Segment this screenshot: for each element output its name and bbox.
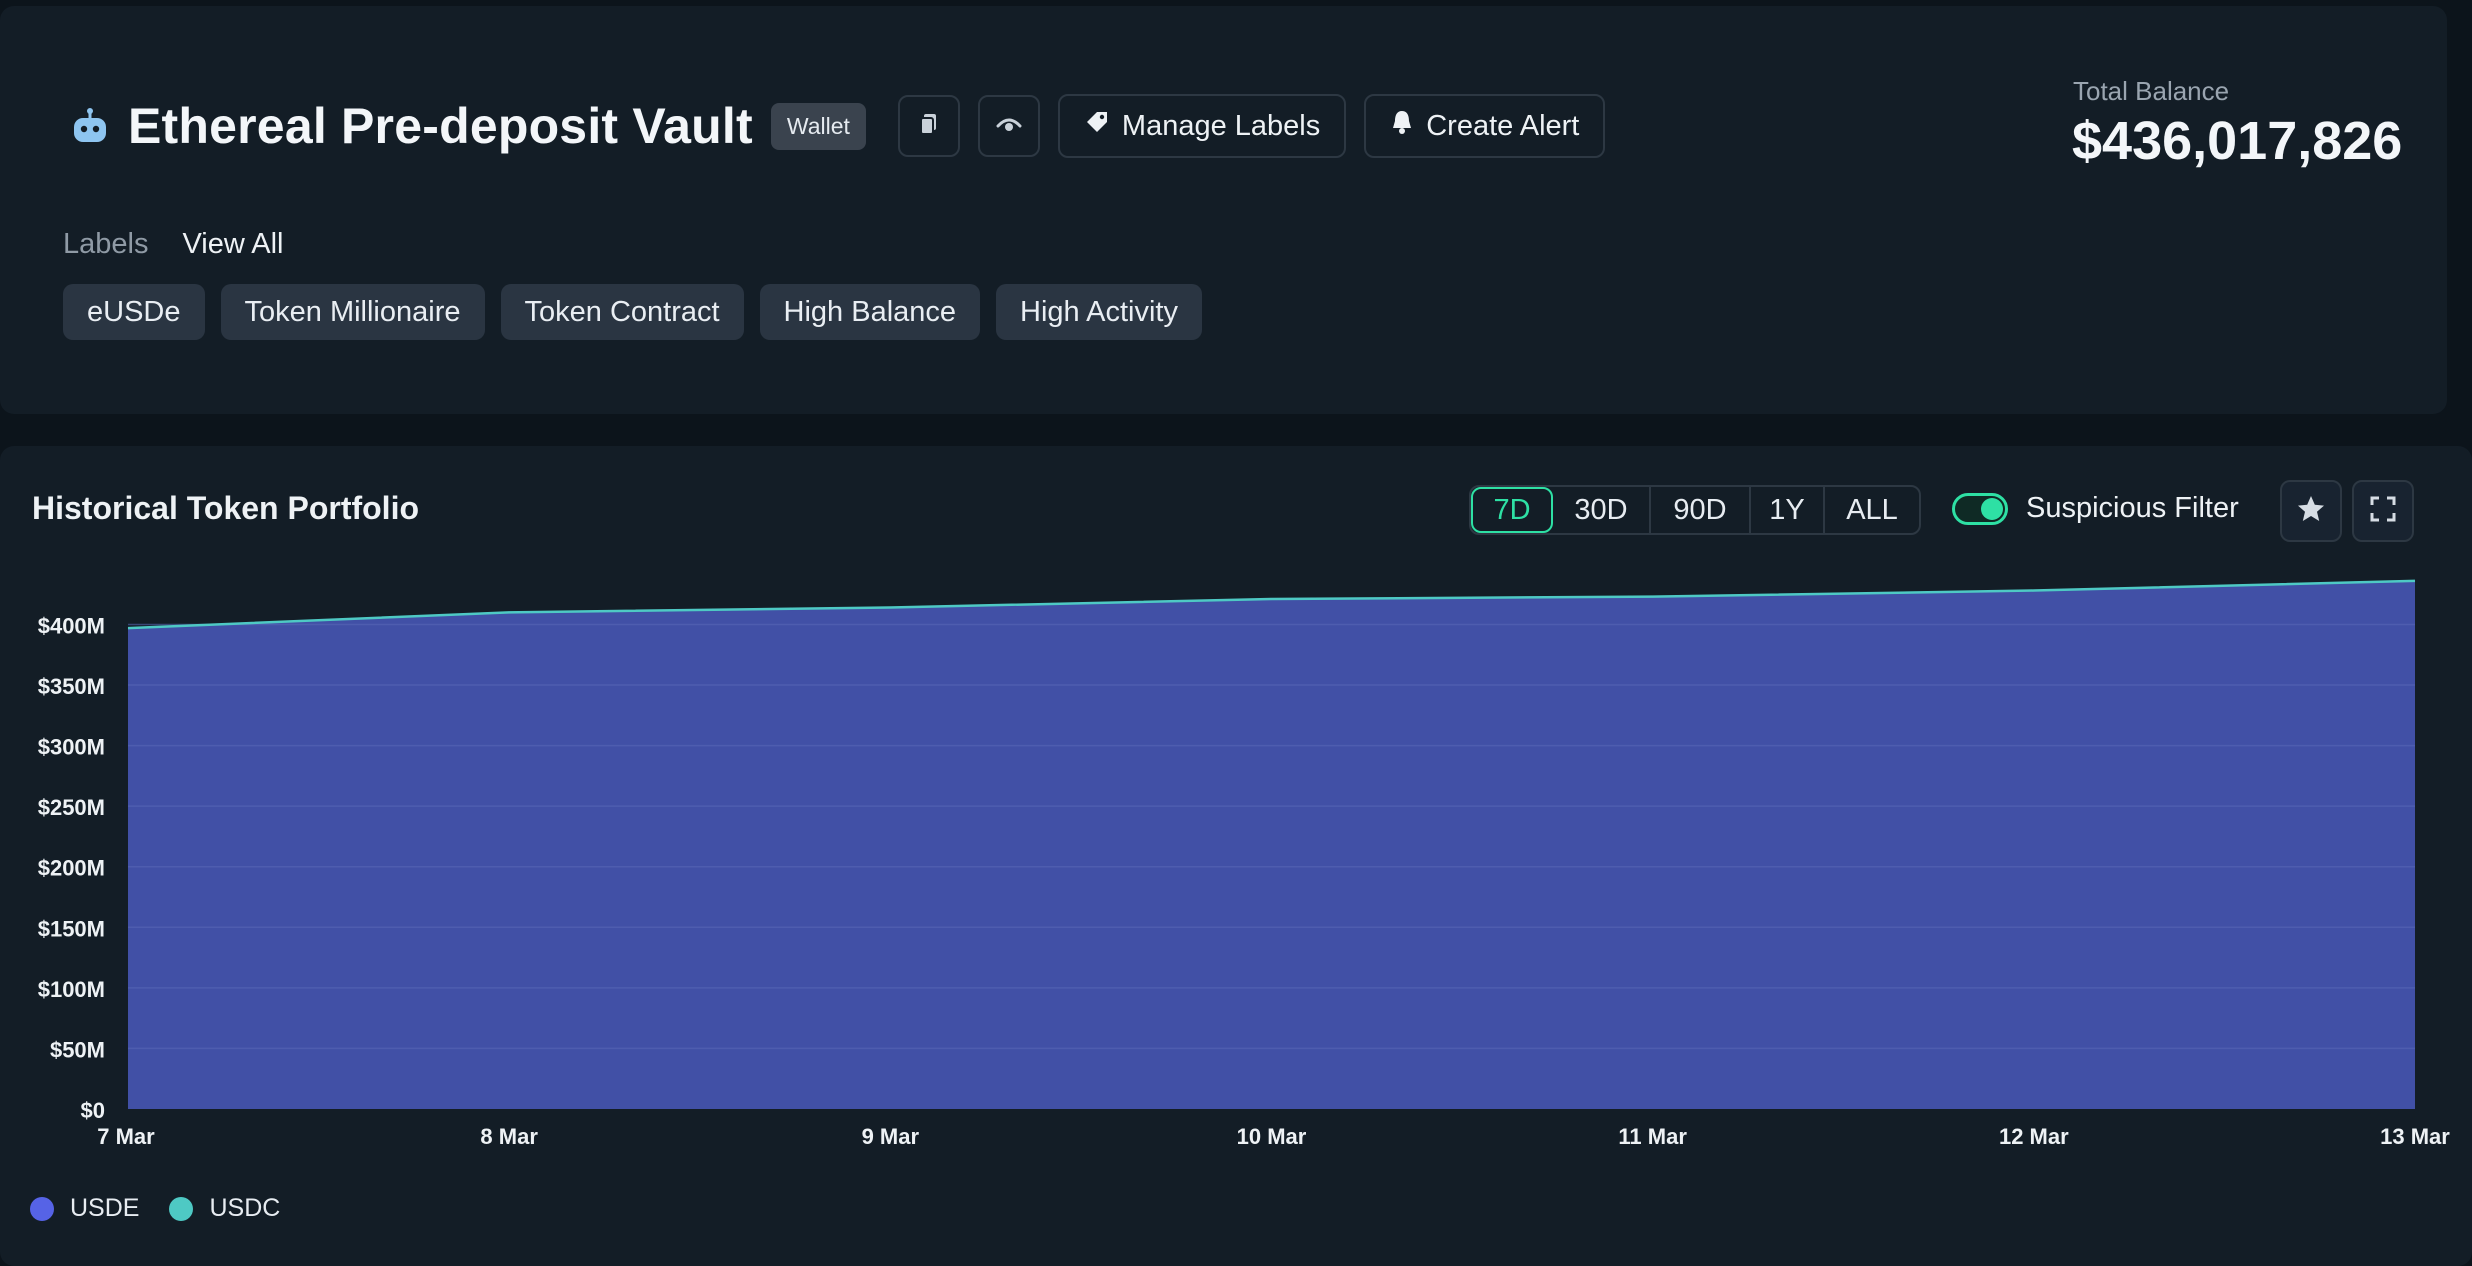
label-tag[interactable]: Token Millionaire xyxy=(221,284,485,340)
label-tag[interactable]: High Activity xyxy=(996,284,1202,340)
total-balance-value: $436,017,826 xyxy=(2072,110,2402,172)
legend-label: USDC xyxy=(209,1194,280,1223)
create-alert-label: Create Alert xyxy=(1426,110,1579,143)
y-tick-label: $100M xyxy=(38,977,105,1002)
manage-labels-label: Manage Labels xyxy=(1122,110,1320,143)
total-balance-label: Total Balance xyxy=(2073,76,2229,107)
labels-heading: Labels xyxy=(63,228,148,261)
bell-icon xyxy=(1390,109,1426,143)
wallet-header-card: Ethereal Pre-deposit Vault Wallet xyxy=(0,6,2447,414)
copy-address-button[interactable] xyxy=(898,95,960,157)
y-tick-label: $300M xyxy=(38,735,105,760)
area-usde xyxy=(128,581,2415,1109)
y-tick-label: $250M xyxy=(38,795,105,820)
title-row: Ethereal Pre-deposit Vault Wallet xyxy=(70,94,1605,158)
create-alert-button[interactable]: Create Alert xyxy=(1364,94,1605,158)
y-tick-label: $350M xyxy=(38,674,105,699)
x-tick-label: 7 Mar xyxy=(97,1124,155,1149)
y-tick-label: $0 xyxy=(81,1098,105,1123)
portfolio-area-chart: $0 $50M $100M $150M $200M $250M $300M $350M $400… xyxy=(0,446,2472,1186)
copy-icon xyxy=(919,112,939,141)
legend-swatch-usde xyxy=(30,1197,54,1221)
x-tick-label: 8 Mar xyxy=(480,1124,538,1149)
view-all-link[interactable]: View All xyxy=(182,228,283,261)
legend-item-usde[interactable]: USDE xyxy=(30,1194,139,1223)
x-tick-label: 9 Mar xyxy=(862,1124,920,1149)
tag-icon xyxy=(1084,109,1122,143)
x-tick-label: 12 Mar xyxy=(1999,1124,2069,1149)
label-tag[interactable]: Token Contract xyxy=(501,284,744,340)
page-title: Ethereal Pre-deposit Vault xyxy=(128,97,753,155)
y-tick-label: $200M xyxy=(38,856,105,881)
x-tick-label: 10 Mar xyxy=(1237,1124,1307,1149)
label-tag[interactable]: High Balance xyxy=(760,284,981,340)
watch-button[interactable] xyxy=(978,95,1040,157)
chart-legend: USDE USDC xyxy=(30,1194,280,1223)
eye-icon xyxy=(996,114,1022,139)
legend-swatch-usdc xyxy=(169,1197,193,1221)
portfolio-chart-card: Historical Token Portfolio 7D 30D 90D 1Y… xyxy=(0,446,2472,1266)
label-tags: eUSDe Token Millionaire Token Contract H… xyxy=(63,284,1202,340)
y-tick-label: $150M xyxy=(38,916,105,941)
labels-header: Labels View All xyxy=(63,228,284,261)
x-tick-label: 11 Mar xyxy=(1618,1124,1687,1149)
legend-item-usdc[interactable]: USDC xyxy=(169,1194,280,1223)
manage-labels-button[interactable]: Manage Labels xyxy=(1058,94,1346,158)
x-tick-label: 13 Mar xyxy=(2380,1124,2450,1149)
y-tick-label: $400M xyxy=(38,613,105,638)
legend-label: USDE xyxy=(70,1194,139,1223)
wallet-type-badge: Wallet xyxy=(771,103,866,150)
y-tick-label: $50M xyxy=(50,1037,105,1062)
robot-icon xyxy=(70,106,110,146)
label-tag[interactable]: eUSDe xyxy=(63,284,205,340)
